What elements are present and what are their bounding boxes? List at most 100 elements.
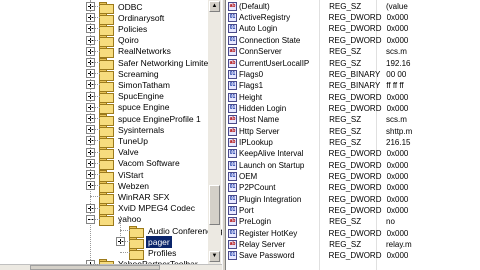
tree-connector xyxy=(120,230,130,231)
registry-value-row[interactable]: Port REG_DWORD 0x000 xyxy=(226,205,480,216)
scrollbar-thumb[interactable] xyxy=(209,185,220,225)
registry-value-row[interactable]: Hidden Login REG_DWORD 0x000 xyxy=(226,103,480,114)
value-data: 192.16 xyxy=(386,58,411,68)
registry-value-row[interactable]: PreLogin REG_SZ no xyxy=(226,217,480,228)
tree-vertical-scrollbar[interactable]: ▲ ▼ xyxy=(208,0,221,264)
registry-value-row[interactable]: IPLookup REG_SZ 216.15 xyxy=(226,137,480,148)
registry-value-row[interactable]: Save Password REG_DWORD 0x000 xyxy=(226,251,480,262)
tree-connector xyxy=(90,73,100,75)
value-name: Connection State xyxy=(239,35,301,45)
value-type: REG_SZ xyxy=(329,115,362,125)
value-type: REG_DWORD xyxy=(328,103,382,113)
registry-value-row[interactable]: Host Name REG_SZ scs.m xyxy=(226,115,480,126)
value-name: Http Server xyxy=(239,126,280,136)
string-value-icon xyxy=(228,240,237,250)
binary-value-icon xyxy=(228,194,237,204)
binary-value-icon xyxy=(228,183,237,193)
registry-value-row[interactable]: ActiveRegistry REG_DWORD 0x000 xyxy=(226,12,480,23)
registry-value-row[interactable]: (Default) REG_SZ (value xyxy=(226,1,480,12)
tree-connector xyxy=(90,118,100,119)
folder-icon xyxy=(99,147,114,160)
tree-connector xyxy=(90,263,100,265)
binary-value-icon xyxy=(228,92,237,102)
tree-connector xyxy=(90,129,100,131)
registry-value-row[interactable]: OEM REG_DWORD 0x000 xyxy=(226,171,480,182)
value-type: REG_DWORD xyxy=(328,251,382,261)
binary-value-icon xyxy=(228,172,237,181)
scroll-up-arrow-icon[interactable]: ▲ xyxy=(209,1,220,12)
value-data: 0x000 xyxy=(386,92,409,102)
folder-icon xyxy=(99,91,114,104)
value-name: Auto Login xyxy=(239,24,278,34)
value-type: REG_BINARY xyxy=(328,81,381,91)
string-value-icon xyxy=(228,1,237,11)
value-data: scs.m xyxy=(386,47,407,57)
tree-connector xyxy=(90,196,100,198)
registry-value-row[interactable]: Http Server REG_SZ shttp.m xyxy=(226,126,480,137)
binary-value-icon xyxy=(228,251,237,261)
string-value-icon xyxy=(228,47,237,57)
folder-icon xyxy=(99,12,114,25)
binary-value-icon xyxy=(228,206,237,216)
value-name: ConnServer xyxy=(239,47,282,57)
folder-icon xyxy=(99,214,114,227)
value-name: Hidden Login xyxy=(239,103,287,113)
registry-value-row[interactable]: Plugin Integration REG_DWORD 0x000 xyxy=(226,194,480,205)
value-name: IPLookup xyxy=(239,137,273,147)
value-data: relay.m xyxy=(386,240,412,250)
value-name: Register HotKey xyxy=(239,228,298,238)
registry-value-row[interactable]: Flags1 REG_BINARY ff ff ff xyxy=(226,80,480,91)
tree-connector xyxy=(90,140,100,142)
value-name: Flags1 xyxy=(239,81,264,91)
registry-value-row[interactable]: Height REG_DWORD 0x000 xyxy=(226,92,480,103)
registry-value-row[interactable]: Register HotKey REG_DWORD 0x000 xyxy=(226,228,480,239)
tree-connector xyxy=(90,95,100,97)
folder-icon xyxy=(99,169,114,182)
folder-icon xyxy=(99,102,114,115)
registry-value-row[interactable]: Auto Login REG_DWORD 0x000 xyxy=(226,24,480,35)
registry-value-row[interactable]: P2PCount REG_DWORD 0x000 xyxy=(226,183,480,194)
registry-value-row[interactable]: Launch on Startup REG_DWORD 0x000 xyxy=(226,160,480,171)
registry-values-list[interactable]: (Default) REG_SZ (value ActiveRegistry REG_D… xyxy=(226,0,480,270)
value-data: 00 00 xyxy=(386,69,407,79)
tree-connector xyxy=(90,162,100,164)
value-type: REG_SZ xyxy=(329,217,362,227)
value-type: REG_SZ xyxy=(329,126,362,136)
folder-icon xyxy=(99,113,114,126)
registry-value-row[interactable]: Relay Server REG_SZ relay.m xyxy=(226,239,480,250)
value-data: 0x000 xyxy=(386,24,409,34)
scroll-down-arrow-icon[interactable]: ▼ xyxy=(209,251,220,262)
registry-value-row[interactable]: Connection State REG_DWORD 0x000 xyxy=(226,35,480,46)
folder-icon xyxy=(99,79,114,92)
value-name: OEM xyxy=(239,172,258,181)
folder-icon xyxy=(99,57,114,70)
binary-value-icon xyxy=(228,103,237,113)
value-name: PreLogin xyxy=(239,217,272,227)
tree-connector xyxy=(90,50,100,52)
value-data: 0x000 xyxy=(386,13,409,23)
value-name: Launch on Startup xyxy=(239,160,305,170)
registry-value-row[interactable]: CurrentUserLocalIP REG_SZ 192.16 xyxy=(226,58,480,69)
folder-icon xyxy=(129,247,144,260)
registry-key-tree[interactable]: ODBC Ordinarysoft Policies Qoiro RealNetwork… xyxy=(0,0,222,270)
value-type: REG_DWORD xyxy=(328,206,382,216)
folder-icon xyxy=(129,236,144,249)
value-type: REG_DWORD xyxy=(328,149,382,159)
registry-value-row[interactable]: Flags0 REG_BINARY 00 00 xyxy=(226,69,480,80)
value-type: REG_SZ xyxy=(329,47,362,57)
registry-value-row[interactable]: ConnServer REG_SZ scs.m xyxy=(226,46,480,57)
value-type: REG_DWORD xyxy=(328,172,382,181)
registry-value-row[interactable]: KeepAlive Interval REG_DWORD 0x000 xyxy=(226,149,480,160)
folder-icon xyxy=(99,23,114,36)
value-name: ActiveRegistry xyxy=(239,13,291,23)
horizontal-scrollbar-thumb[interactable] xyxy=(30,265,160,270)
value-name: Height xyxy=(239,92,263,102)
folder-icon xyxy=(99,158,114,171)
value-data: 0x000 xyxy=(386,251,409,261)
folder-icon xyxy=(99,1,114,14)
tree-connector xyxy=(120,241,130,243)
tree-horizontal-scrollbar[interactable] xyxy=(0,264,222,270)
value-data: no xyxy=(386,217,395,227)
value-name: Plugin Integration xyxy=(239,194,302,204)
folder-icon xyxy=(99,35,114,48)
